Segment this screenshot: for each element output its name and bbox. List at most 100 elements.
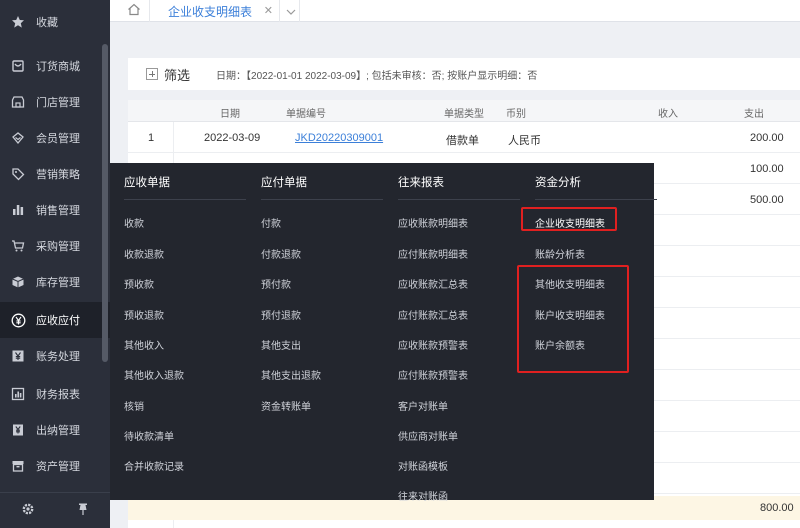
sidebar-item-inventory[interactable]: 库存管理 <box>0 264 110 300</box>
sidebar-item-label: 财务报表 <box>36 389 80 401</box>
sidebar-item-label: 会员管理 <box>36 133 80 145</box>
sidebar-item-label: 出纳管理 <box>36 425 80 437</box>
sidebar-scrollbar[interactable] <box>102 44 108 362</box>
tab-home[interactable] <box>118 0 150 22</box>
menu-item[interactable]: 应付账款汇总表 <box>398 307 468 322</box>
menu-item[interactable]: 客户对账单 <box>398 398 448 413</box>
row-doc-type: 借款单 <box>446 135 479 147</box>
column-header-income: 收入 <box>658 109 678 120</box>
sidebar-item-label: 应收应付 <box>36 315 80 327</box>
yen-circle-icon <box>0 313 36 328</box>
menu-item[interactable]: 合并收款记录 <box>124 458 184 473</box>
menu-column-heading: 应收单据 <box>124 177 170 189</box>
sidebar-item-label: 账务处理 <box>36 351 80 363</box>
tab-enterprise-income-expense[interactable]: 企业收支明细表 ✕ <box>160 0 280 22</box>
menu-item[interactable]: 应收账款汇总表 <box>398 276 468 291</box>
cart-icon <box>0 239 36 253</box>
highlight-box <box>517 265 629 373</box>
sidebar-item-receivable-payable[interactable]: 应收应付 <box>0 302 110 338</box>
bar-chart-icon <box>0 203 36 217</box>
menu-item[interactable]: 预收款 <box>124 276 154 291</box>
tab-dropdown-button[interactable] <box>282 0 300 22</box>
menu-divider <box>124 199 246 200</box>
menu-item[interactable]: 供应商对账单 <box>398 428 458 443</box>
sidebar-item-accounting[interactable]: 账务处理 <box>0 338 110 374</box>
total-expense: 800.00 <box>760 502 794 514</box>
menu-item[interactable]: 对账函模板 <box>398 458 448 473</box>
doc-number-link[interactable]: JKD20220309001 <box>295 132 383 144</box>
highlight-box <box>521 207 617 231</box>
sidebar-item-label: 收藏 <box>36 17 58 29</box>
close-icon[interactable]: ✕ <box>264 4 273 17</box>
expand-filter-icon[interactable] <box>146 68 158 80</box>
menu-item[interactable]: 核销 <box>124 398 144 413</box>
store-cart-icon <box>0 59 36 73</box>
menu-item[interactable]: 付款退款 <box>261 246 301 261</box>
sidebar-item-cashier[interactable]: 出纳管理 <box>0 412 110 448</box>
yen-doc-icon <box>0 423 36 437</box>
menu-item[interactable]: 预付款 <box>261 276 291 291</box>
menu-item[interactable]: 其他收入退款 <box>124 367 184 382</box>
receivable-payable-menu: 应收单据 收款 收款退款 预收款 预收退款 其他收入 其他收入退款 核销 待收款… <box>110 163 657 503</box>
row-expense: 100.00 <box>750 163 784 175</box>
sidebar-item-sales[interactable]: 销售管理 <box>0 192 110 228</box>
member-icon <box>0 131 36 145</box>
menu-item[interactable]: 其他支出 <box>261 337 301 352</box>
table-row[interactable]: 1 2022-03-09 JKD20220309001 借款单 人民币 200.… <box>128 123 800 153</box>
sidebar-item-label: 门店管理 <box>36 97 80 109</box>
menu-divider <box>398 199 520 200</box>
menu-column-heading: 往来报表 <box>398 177 444 189</box>
menu-divider <box>535 199 657 200</box>
pin-icon <box>76 502 90 519</box>
row-date: 2022-03-09 <box>204 132 261 144</box>
row-expense: 200.00 <box>750 132 784 144</box>
asset-icon <box>0 459 36 473</box>
shop-icon <box>0 95 36 109</box>
menu-item[interactable]: 其他收入 <box>124 337 164 352</box>
sidebar-footer <box>0 492 110 528</box>
sidebar-item-asset[interactable]: 资产管理 <box>0 448 110 484</box>
tab-label: 企业收支明细表 <box>168 4 253 19</box>
menu-item[interactable]: 应收账款明细表 <box>398 215 468 230</box>
sidebar-item-label: 采购管理 <box>36 241 80 253</box>
pin-button[interactable] <box>55 493 110 528</box>
row-currency: 人民币 <box>508 135 541 147</box>
menu-item[interactable]: 收款 <box>124 215 144 230</box>
menu-item[interactable]: 应收账款预警表 <box>398 337 468 352</box>
menu-divider <box>261 199 383 200</box>
sidebar-item-label: 营销策略 <box>36 169 80 181</box>
sidebar-item-purchase[interactable]: 采购管理 <box>0 228 110 264</box>
menu-item[interactable]: 收款退款 <box>124 246 164 261</box>
sidebar-item-financial-report[interactable]: 财务报表 <box>0 376 110 412</box>
menu-column-heading: 资金分析 <box>535 177 581 189</box>
sidebar-item-store[interactable]: 门店管理 <box>0 84 110 120</box>
box-icon <box>0 275 36 289</box>
sidebar-item-favorites[interactable]: 收藏 <box>0 4 110 40</box>
menu-item[interactable]: 预收退款 <box>124 307 164 322</box>
menu-item[interactable]: 账龄分析表 <box>535 246 585 261</box>
sidebar-item-order-mall[interactable]: 订货商城 <box>0 48 110 84</box>
sidebar-item-label: 订货商城 <box>36 61 80 73</box>
column-header-doc-number: 单据编号 <box>286 109 326 120</box>
menu-item[interactable]: 应付账款预警表 <box>398 367 468 382</box>
menu-item[interactable]: 付款 <box>261 215 281 230</box>
tab-bar: 企业收支明细表 ✕ <box>110 0 800 22</box>
sidebar-item-member[interactable]: 会员管理 <box>0 120 110 156</box>
sidebar-item-marketing[interactable]: 营销策略 <box>0 156 110 192</box>
menu-item[interactable]: 预付退款 <box>261 307 301 322</box>
column-header-date: 日期 <box>220 109 240 120</box>
menu-item[interactable]: 资金转账单 <box>261 398 311 413</box>
filter-conditions: 日期：【2022-01-01 2022-03-09】; 包括未审核：否; 按账户… <box>216 70 538 82</box>
report-icon <box>0 387 36 401</box>
menu-item[interactable]: 往来对账函 <box>398 488 448 503</box>
menu-item[interactable]: 应付账款明细表 <box>398 246 468 261</box>
home-icon <box>127 3 141 19</box>
filter-label[interactable]: 筛选 <box>164 65 190 84</box>
menu-item[interactable]: 其他支出退款 <box>261 367 321 382</box>
menu-item[interactable]: 待收款清单 <box>124 428 174 443</box>
tag-icon <box>0 167 36 181</box>
settings-button[interactable] <box>0 493 55 528</box>
chevron-down-icon <box>286 4 296 18</box>
yen-box-icon <box>0 349 36 363</box>
sidebar-item-label: 库存管理 <box>36 277 80 289</box>
